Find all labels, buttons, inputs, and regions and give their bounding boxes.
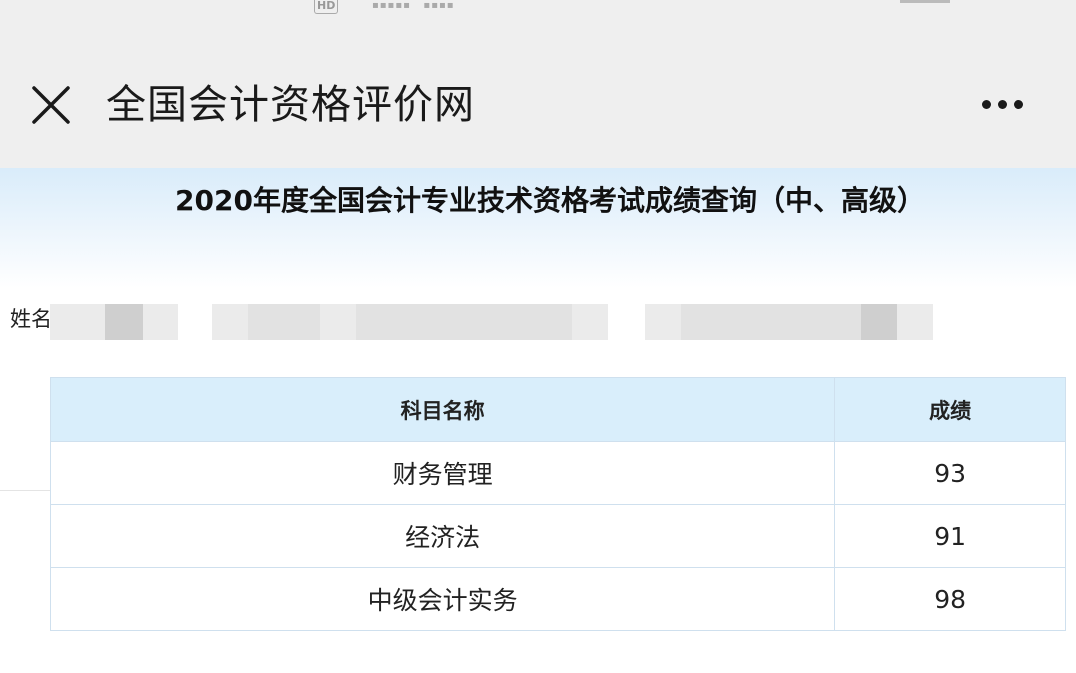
- page-title-band: 2020年度全国会计专业技术资格考试成绩查询（中、高级）: [0, 168, 1076, 288]
- table-row: 中级会计实务 98: [49, 567, 1066, 631]
- redacted-block: [861, 304, 897, 340]
- more-options-button[interactable]: [966, 82, 1038, 126]
- column-header-subject: 科目名称: [49, 377, 836, 442]
- redacted-block: [50, 304, 105, 340]
- page-title: 2020年度全国会计专业技术资格考试成绩查询（中、高级）: [175, 184, 925, 217]
- redacted-block: [897, 304, 933, 340]
- score-cell: 91: [834, 504, 1066, 568]
- signal-icon: ▪▪▪▪▪ ▪▪▪▪: [372, 0, 455, 11]
- header-title: 全国会计资格评价网: [106, 82, 475, 128]
- candidate-info-row: 姓名: [0, 298, 1076, 348]
- subject-cell: 财务管理: [49, 441, 836, 505]
- divider: [0, 490, 50, 491]
- table-header-row: 科目名称 成绩: [49, 377, 1066, 442]
- close-icon: [32, 86, 70, 124]
- close-button[interactable]: [24, 78, 78, 132]
- redacted-block: [681, 304, 861, 340]
- table-row: 经济法 91: [49, 504, 1066, 568]
- score-table: 科目名称 成绩 财务管理 93 经济法 91 中级会计实务 98: [49, 377, 1066, 631]
- status-bar: HD ▪▪▪▪▪ ▪▪▪▪: [0, 0, 1076, 20]
- subject-cell: 经济法: [49, 504, 836, 568]
- column-header-score: 成绩: [834, 377, 1066, 442]
- subject-cell: 中级会计实务: [49, 567, 836, 631]
- redacted-block: [320, 304, 356, 340]
- redacted-block: [572, 304, 608, 340]
- battery-icon: [900, 0, 950, 3]
- score-cell: 98: [834, 567, 1066, 631]
- redacted-block: [143, 304, 178, 340]
- redacted-block: [356, 304, 572, 340]
- redacted-block: [212, 304, 248, 340]
- redacted-block: [248, 304, 320, 340]
- hd-network-icon: HD: [314, 0, 339, 14]
- redacted-block: [645, 304, 681, 340]
- table-row: 财务管理 93: [49, 441, 1066, 505]
- more-dots-icon: [997, 99, 1007, 109]
- redacted-block: [105, 304, 143, 340]
- more-dots-icon: [1013, 99, 1023, 109]
- score-cell: 93: [834, 441, 1066, 505]
- app-header: 全国会计资格评价网: [0, 20, 1076, 168]
- more-dots-icon: [981, 99, 991, 109]
- name-label: 姓名: [10, 307, 52, 331]
